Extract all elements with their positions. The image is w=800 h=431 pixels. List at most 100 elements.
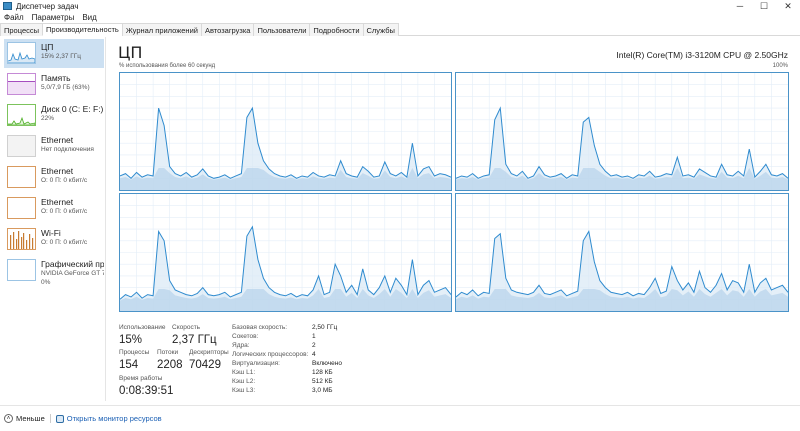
spec-sockets-label: Сокетов: [232,333,259,340]
spec-cores-value: 2 [312,342,316,349]
wifi-thumbnail [7,228,36,250]
sidebar-item-label: Графический про [41,260,104,269]
menu-file[interactable]: Файл [4,13,24,22]
uptime-value: 0:08:39:51 [119,385,174,397]
graph-caption: % использования более 60 секунд [119,63,216,69]
sidebar-item-label: Wi-Fi [41,229,61,238]
sidebar-item-sub: 0% [41,279,51,286]
cpu-graphs [119,72,789,312]
spec-cores-label: Ядра: [232,342,250,349]
tab-bar: Процессы Производительность Журнал прило… [0,23,800,36]
cpu-graph-core-4 [455,193,789,312]
spec-sockets-value: 1 [312,333,316,340]
sidebar-item-gpu[interactable]: Графический проNVIDIA GeForce GT 740M 0% [4,256,104,290]
cpu-graph-core-1 [119,72,452,191]
tab-processes[interactable]: Процессы [0,23,44,36]
performance-panel: ЦП Intel(R) Core(TM) i3-3120M CPU @ 2.50… [107,37,800,401]
spec-virtualization-label: Виртуализация: [232,360,280,367]
fewer-details-label: Меньше [16,414,45,423]
sidebar-item-wifi[interactable]: Wi-Fi О: 0 П: 0 кбит/с [4,225,104,254]
tab-services[interactable]: Службы [362,23,399,36]
speed-value: 2,37 ГГц [172,334,217,346]
spec-base-speed-label: Базовая скорость: [232,324,288,331]
disk-thumbnail [7,104,36,126]
sidebar-item-label: Диск 0 (C: E: F:) [41,105,104,114]
ethernet-thumbnail [7,166,36,188]
sidebar-item-disk[interactable]: Диск 0 (C: E: F:) 22% [4,101,104,130]
cpu-stats: Использование 15% Скорость 2,37 ГГц Проц… [107,322,800,402]
resource-monitor-icon [55,414,64,423]
spec-l2-value: 512 КБ [312,378,333,385]
sidebar-item-sub: О: 0 П: 0 кбит/с [41,208,88,215]
tab-performance[interactable]: Производительность [42,23,123,36]
sidebar-item-sub: NVIDIA GeForce GT 740M [41,270,104,277]
sidebar-item-sub: О: 0 П: 0 кбит/с [41,177,88,184]
menu-options[interactable]: Параметры [32,13,75,22]
window-title: Диспетчер задач [16,1,79,11]
spec-l1-label: Кэш L1: [232,369,256,376]
sidebar-item-label: Ethernet [41,167,74,176]
sidebar-item-sub: 5,0/7,9 ГБ (63%) [41,84,90,91]
menu-view[interactable]: Вид [82,13,96,22]
graph-max-label: 100% [772,63,788,69]
title-bar: Диспетчер задач ─ ☐ ✕ [0,0,800,12]
spec-logical-label: Логических процессоров: [232,351,309,358]
tab-details[interactable]: Подробности [309,23,364,36]
uptime-label: Время работы [119,375,163,382]
tab-users[interactable]: Пользователи [253,23,311,36]
sidebar-item-memory[interactable]: Память 5,0/7,9 ГБ (63%) [4,70,104,99]
sidebar-item-ethernet-3[interactable]: Ethernet О: 0 П: 0 кбит/с [4,194,104,223]
task-manager-icon [3,2,12,10]
resource-monitor-label: Открыть монитор ресурсов [66,414,162,423]
cpu-graph-core-3 [119,193,452,312]
sidebar-item-cpu[interactable]: ЦП 15% 2,37 ГГц [4,39,104,68]
minimize-button[interactable]: ─ [728,0,752,12]
chevron-up-icon: ˄ [4,414,13,423]
sidebar-item-sub: 22% [41,115,55,122]
handles-label: Дескрипторы [189,349,229,356]
menu-bar: Файл Параметры Вид [0,12,800,23]
speed-label: Скорость [172,324,201,331]
tab-app-history[interactable]: Журнал приложений [121,23,202,36]
maximize-button[interactable]: ☐ [752,0,776,12]
processes-value: 154 [119,359,139,371]
spec-l3-value: 3,0 МБ [312,387,333,394]
sidebar-item-label: ЦП [41,43,54,52]
page-title: ЦП [118,43,143,62]
tab-startup[interactable]: Автозагрузка [200,23,255,36]
fewer-details-button[interactable]: ˄ Меньше [4,414,45,423]
resource-sidebar: ЦП 15% 2,37 ГГц Память 5,0/7,9 ГБ (63%) Ди… [0,37,106,401]
sidebar-item-label: Ethernet [41,198,74,207]
sidebar-item-label: Память [41,74,71,83]
processes-label: Процессы [119,349,150,356]
sidebar-item-sub: Нет подключения [41,146,94,153]
spec-base-speed-value: 2,50 ГГц [312,324,338,331]
sidebar-item-ethernet-2[interactable]: Ethernet О: 0 П: 0 кбит/с [4,163,104,192]
cpu-thumbnail [7,42,36,64]
footer-divider [49,414,51,423]
ethernet-thumbnail [7,197,36,219]
sidebar-item-sub: О: 0 П: 0 кбит/с [41,239,88,246]
handles-value: 70429 [189,359,221,371]
spec-l3-label: Кэш L3: [232,387,256,394]
window-controls: ─ ☐ ✕ [728,0,800,12]
close-button[interactable]: ✕ [776,0,800,12]
sidebar-item-sub: 15% 2,37 ГГц [41,53,82,60]
sidebar-item-label: Ethernet [41,136,74,145]
memory-thumbnail [7,73,36,95]
footer-bar: ˄ Меньше Открыть монитор ресурсов [0,405,800,431]
usage-value: 15% [119,334,143,346]
open-resource-monitor-link[interactable]: Открыть монитор ресурсов [55,414,162,423]
ethernet-thumbnail [7,135,36,157]
spec-logical-value: 4 [312,351,316,358]
sidebar-item-ethernet-1[interactable]: Ethernet Нет подключения [4,132,104,161]
cpu-graph-core-2 [455,72,789,191]
spec-l2-label: Кэш L2: [232,378,256,385]
cpu-model: Intel(R) Core(TM) i3-3120M CPU @ 2.50GHz [616,50,788,60]
gpu-thumbnail [7,259,36,281]
usage-label: Использование [119,324,166,331]
spec-virtualization-value: Включено [312,360,342,367]
threads-label: Потоки [157,349,179,356]
spec-l1-value: 128 КБ [312,369,333,376]
threads-value: 2208 [157,359,183,371]
